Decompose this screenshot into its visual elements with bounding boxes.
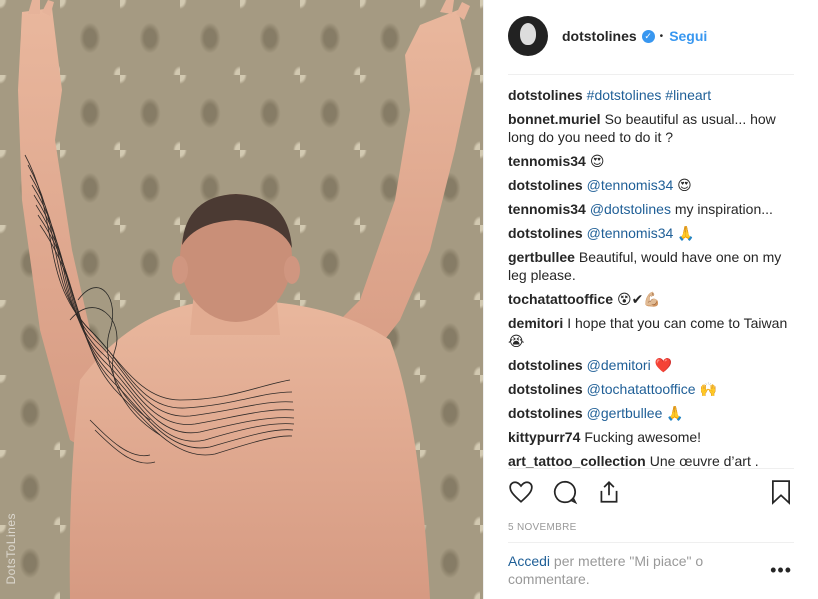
comment-username[interactable]: bonnet.muriel <box>508 111 601 127</box>
bookmark-icon[interactable] <box>768 479 794 505</box>
comment-username[interactable]: gertbullee <box>508 249 575 265</box>
comment-text: 😵✔💪🏼 <box>617 291 661 307</box>
comment-username[interactable]: dotstolines <box>508 357 583 373</box>
heart-icon[interactable] <box>508 479 534 505</box>
comment-text: ❤️ <box>650 357 673 373</box>
comment-username[interactable]: dotstolines <box>508 87 583 103</box>
comment-username[interactable]: art_tattoo_collection <box>508 453 646 468</box>
comment-item: demitori I hope that you can come to Taiw… <box>508 314 794 350</box>
comment-username[interactable]: dotstolines <box>508 381 583 397</box>
actions-divider <box>508 468 794 469</box>
comment-username[interactable]: dotstolines <box>508 225 583 241</box>
comment-item: art_tattoo_collection Une œuvre d’art . <box>508 452 794 468</box>
comment-username[interactable]: tochatattooffice <box>508 291 613 307</box>
comment-mention-link[interactable]: #lineart <box>665 87 711 103</box>
comment-text: 🙌 <box>695 381 717 397</box>
comment-item: kittypurr74 Fucking awesome! <box>508 428 794 446</box>
comment-mention-link[interactable]: @gertbullee <box>587 405 663 421</box>
more-options-icon[interactable]: ••• <box>770 560 792 581</box>
comment-item: dotstolines @tennomis34 😍 <box>508 176 794 194</box>
comment-text: my inspiration... <box>670 201 773 217</box>
share-icon[interactable] <box>596 479 622 505</box>
comment-item: bonnet.muriel So beautiful as usual... ho… <box>508 110 794 146</box>
comment-username[interactable]: tennomis34 <box>508 153 586 169</box>
post-sidebar: dotstolines ✓ • Segui dotstolines #dotsto… <box>483 0 818 599</box>
footer-divider <box>508 542 794 543</box>
comment-text: 😍 <box>589 153 605 169</box>
follow-button[interactable]: Segui <box>669 28 707 44</box>
comment-text: 🙏 <box>662 405 684 421</box>
comment-item: dotstolines #dotstolines #lineart <box>508 86 794 104</box>
post-photo[interactable]: DotsToLines <box>0 0 483 599</box>
comment-username[interactable]: demitori <box>508 315 563 331</box>
comment-item: gertbullee Beautiful, would have one on m… <box>508 248 794 284</box>
comment-item: dotstolines @demitori ❤️ <box>508 356 794 374</box>
login-prompt: Accedi per mettere "Mi piace" o commenta… <box>508 552 738 588</box>
comment-username[interactable]: dotstolines <box>508 177 583 193</box>
comment-icon[interactable] <box>552 479 578 505</box>
comment-item: tochatattooffice 😵✔💪🏼 <box>508 290 794 308</box>
comment-username[interactable]: kittypurr74 <box>508 429 580 445</box>
instagram-post-window: DotsToLines dotstolines ✓ • Segui dotsto… <box>0 0 818 599</box>
comment-item: dotstolines @tochatattooffice 🙌 <box>508 380 794 398</box>
login-link[interactable]: Accedi <box>508 553 550 569</box>
comment-mention-link[interactable]: @dotstolines <box>590 201 671 217</box>
action-bar <box>508 477 794 507</box>
author-username[interactable]: dotstolines <box>562 28 637 44</box>
comment-text: 🙏 <box>673 225 695 241</box>
comment-item: dotstolines @tennomis34 🙏 <box>508 224 794 242</box>
comment-username[interactable]: dotstolines <box>508 405 583 421</box>
comment-mention-link[interactable]: @tochatattooffice <box>587 381 696 397</box>
comments-list[interactable]: dotstolines #dotstolines #lineart bonnet.m… <box>508 86 794 468</box>
comment-item: tennomis34 @dotstolines my inspiration... <box>508 200 794 218</box>
tattooed-back-illustration <box>18 0 472 599</box>
comment-text: Fucking awesome! <box>584 429 702 445</box>
verified-badge-icon: ✓ <box>641 29 655 43</box>
comment-text: 😍 <box>673 177 692 193</box>
avatar[interactable] <box>508 16 548 56</box>
header-separator: • <box>659 30 664 42</box>
post-date: 5 NOVEMBRE <box>508 522 577 533</box>
comment-mention-link[interactable]: @tennomis34 <box>587 225 674 241</box>
photo-watermark: DotsToLines <box>4 513 18 585</box>
comment-mention-link[interactable]: @demitori <box>587 357 651 373</box>
post-header: dotstolines ✓ • Segui <box>508 16 794 56</box>
comment-text: Une œuvre d’art . <box>649 453 759 468</box>
comment-item: dotstolines @gertbullee 🙏 <box>508 404 794 422</box>
comment-item: tennomis34 😍 <box>508 152 794 170</box>
comment-mention-link[interactable]: @tennomis34 <box>587 177 674 193</box>
header-divider <box>508 74 794 75</box>
comment-username[interactable]: tennomis34 <box>508 201 586 217</box>
comment-mention-link[interactable]: #dotstolines <box>587 87 662 103</box>
